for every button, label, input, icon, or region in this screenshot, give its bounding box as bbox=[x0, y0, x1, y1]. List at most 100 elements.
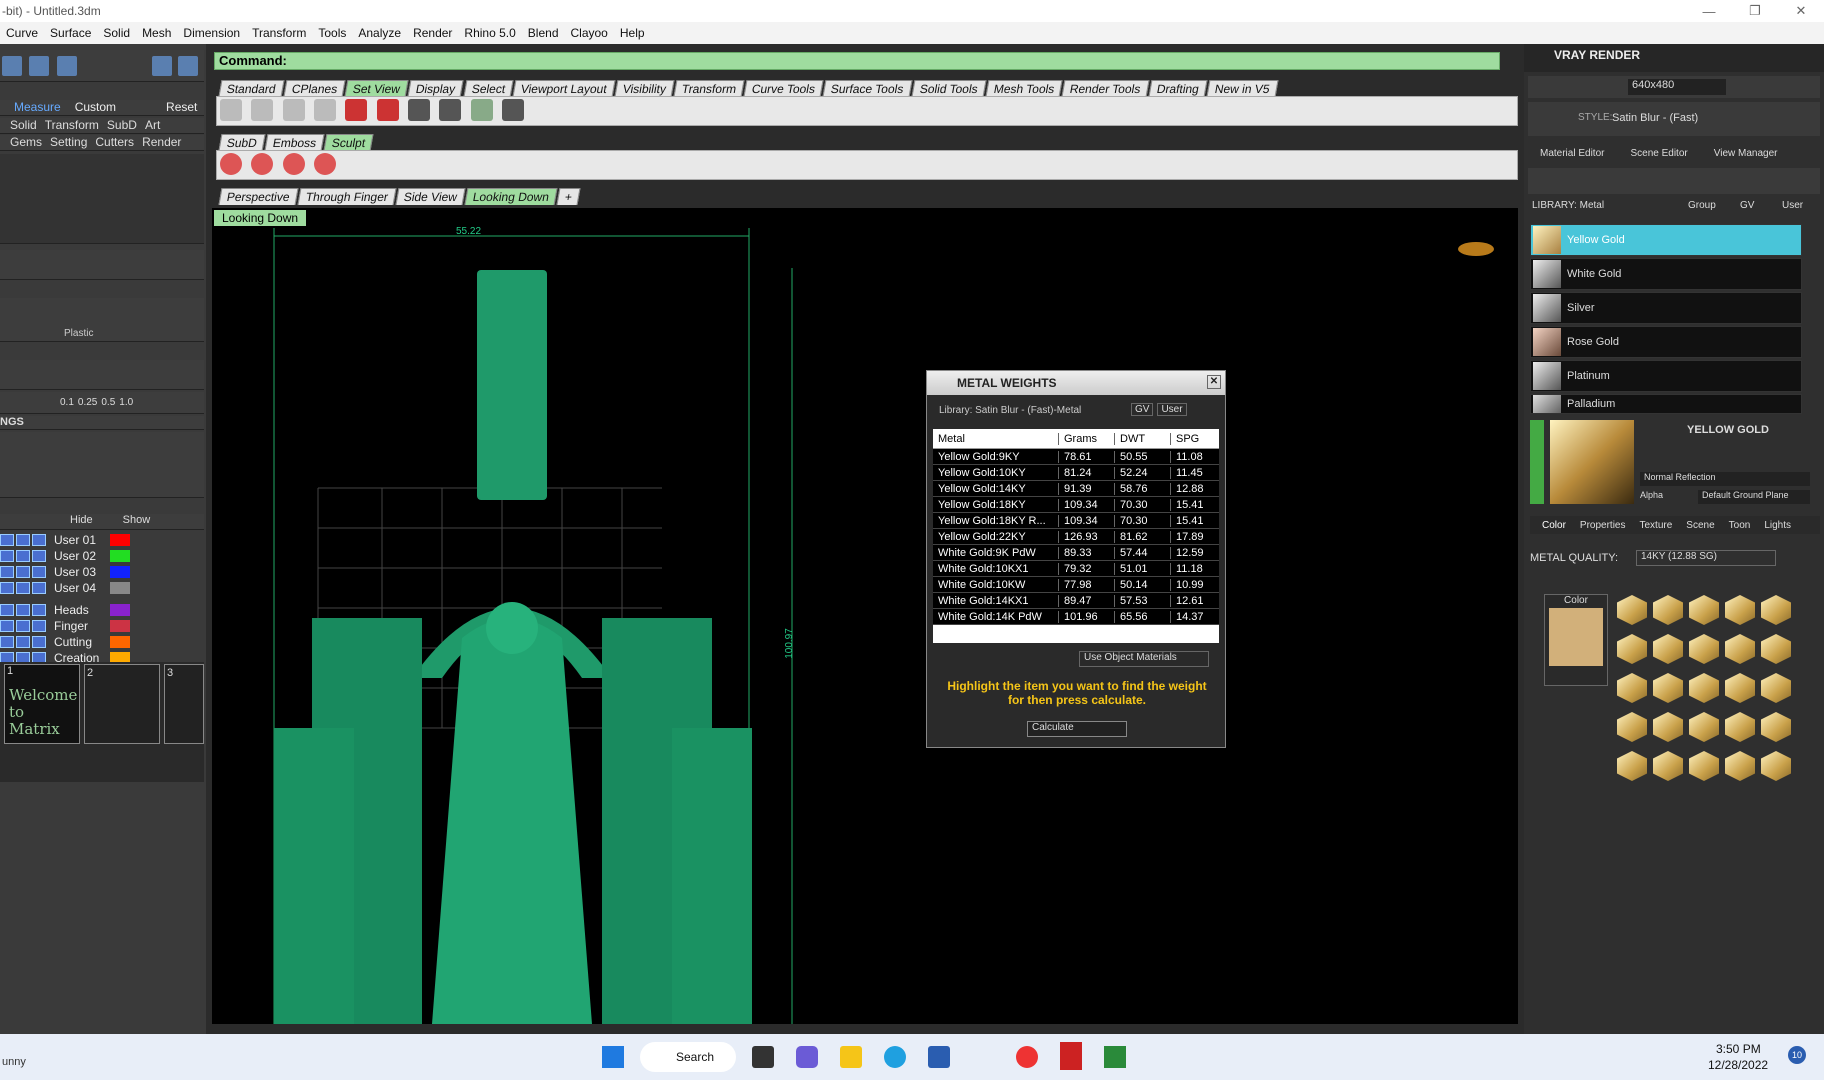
cat-subd[interactable]: SubD bbox=[107, 118, 137, 133]
quality-dropdown[interactable]: 14KY (12.88 SG) bbox=[1636, 550, 1776, 566]
menu-analyze[interactable]: Analyze bbox=[352, 26, 407, 40]
tab-perspective[interactable]: Perspective bbox=[218, 188, 299, 205]
tab-lights[interactable]: Lights bbox=[1764, 520, 1791, 531]
gold-swatch[interactable] bbox=[1725, 673, 1755, 703]
cat-render[interactable]: Render bbox=[142, 135, 181, 150]
gv-button[interactable]: GV bbox=[1131, 403, 1154, 416]
slot-2[interactable]: 2 bbox=[84, 664, 160, 744]
tab-looking-down[interactable]: Looking Down bbox=[464, 188, 558, 205]
notification-badge[interactable]: 10 bbox=[1788, 1046, 1806, 1064]
tool-icon[interactable] bbox=[56, 56, 77, 76]
gold-swatch[interactable] bbox=[1617, 673, 1647, 703]
table-row[interactable]: Yellow Gold:10KY 81.24 52.24 11.45 bbox=[933, 465, 1219, 481]
tab-properties[interactable]: Properties bbox=[1580, 520, 1626, 531]
tab-scene-editor[interactable]: Scene Editor bbox=[1630, 148, 1687, 164]
gold-swatch[interactable] bbox=[1725, 595, 1755, 625]
material-label[interactable]: Plastic bbox=[64, 328, 93, 339]
table-row[interactable]: Yellow Gold:9KY 78.61 50.55 11.08 bbox=[933, 449, 1219, 465]
reset-tab[interactable]: Reset bbox=[166, 100, 197, 115]
tab-emboss[interactable]: Emboss bbox=[264, 134, 325, 151]
resolution-dropdown[interactable]: 640x480 bbox=[1628, 79, 1726, 95]
tab-mesh-tools[interactable]: Mesh Tools bbox=[985, 80, 1063, 97]
layer-row[interactable]: User 03 bbox=[0, 564, 200, 580]
gold-swatch[interactable] bbox=[1689, 712, 1719, 742]
tab-view-manager[interactable]: View Manager bbox=[1714, 148, 1778, 164]
menu-transform[interactable]: Transform bbox=[246, 26, 312, 40]
arrow-left-icon[interactable] bbox=[152, 56, 172, 76]
menu-render[interactable]: Render bbox=[407, 26, 458, 40]
library-item[interactable]: Palladium bbox=[1530, 394, 1802, 414]
menu-dimension[interactable]: Dimension bbox=[177, 26, 246, 40]
tab-display[interactable]: Display bbox=[407, 80, 465, 97]
menu-help[interactable]: Help bbox=[614, 26, 651, 40]
table-row[interactable]: White Gold:9K PdW 89.33 57.44 12.59 bbox=[933, 545, 1219, 561]
table-row[interactable]: Yellow Gold:18KY 109.34 70.30 15.41 bbox=[933, 497, 1219, 513]
tab-subd[interactable]: SubD bbox=[218, 134, 266, 151]
library-item[interactable]: Yellow Gold bbox=[1530, 224, 1802, 256]
table-row[interactable]: White Gold:10KX1 79.32 51.01 11.18 bbox=[933, 561, 1219, 577]
sculpt-brush-icon[interactable] bbox=[314, 153, 337, 175]
store-icon[interactable] bbox=[928, 1046, 950, 1068]
layer-row[interactable]: User 04 bbox=[0, 580, 200, 596]
hide-button[interactable]: Hide bbox=[70, 514, 93, 529]
calculate-button[interactable]: Calculate bbox=[1027, 721, 1127, 737]
sculpt-brush-icon[interactable] bbox=[282, 153, 305, 175]
search-box[interactable]: Search bbox=[640, 1042, 736, 1072]
step-2[interactable]: 0.25 bbox=[78, 397, 97, 408]
tab-texture[interactable]: Texture bbox=[1639, 520, 1672, 531]
tab-new-in-v5[interactable]: New in V5 bbox=[1206, 80, 1278, 97]
tab-curve-tools[interactable]: Curve Tools bbox=[743, 80, 824, 97]
gold-swatch[interactable] bbox=[1761, 595, 1791, 625]
command-bar[interactable]: Command: bbox=[214, 52, 1500, 70]
table-row[interactable]: Yellow Gold:18KY R... 109.34 70.30 15.41 bbox=[933, 513, 1219, 529]
cat-setting[interactable]: Setting bbox=[50, 135, 87, 150]
cat-transform[interactable]: Transform bbox=[45, 118, 99, 133]
edge-icon[interactable] bbox=[884, 1046, 906, 1068]
gold-swatch[interactable] bbox=[1761, 751, 1791, 781]
close-icon[interactable]: ✕ bbox=[1778, 0, 1824, 22]
tab-surface-tools[interactable]: Surface Tools bbox=[822, 80, 913, 97]
sculpt-brush-icon[interactable] bbox=[220, 153, 242, 175]
tab-side-view[interactable]: Side View bbox=[395, 188, 466, 205]
zoom-icon[interactable] bbox=[282, 99, 305, 121]
close-icon[interactable]: ✕ bbox=[1207, 375, 1221, 389]
tab-scene[interactable]: Scene bbox=[1686, 520, 1714, 531]
cat-art[interactable]: Art bbox=[145, 118, 160, 133]
layer-row[interactable]: User 02 bbox=[0, 548, 200, 564]
layer-row[interactable]: User 01 bbox=[0, 532, 200, 548]
minimize-icon[interactable]: — bbox=[1686, 0, 1732, 22]
gold-swatch[interactable] bbox=[1617, 712, 1647, 742]
add-tab-icon[interactable]: + bbox=[556, 188, 581, 205]
gold-swatch[interactable] bbox=[1689, 751, 1719, 781]
tab-through-finger[interactable]: Through Finger bbox=[297, 188, 397, 205]
gold-swatch[interactable] bbox=[1653, 595, 1683, 625]
printer-icon[interactable] bbox=[439, 99, 462, 121]
tab-color[interactable]: Color bbox=[1542, 520, 1566, 531]
library-item[interactable]: Rose Gold bbox=[1530, 326, 1802, 358]
camera-icon[interactable] bbox=[408, 99, 431, 121]
user-button[interactable]: User bbox=[1157, 403, 1187, 416]
start-icon[interactable] bbox=[602, 1046, 624, 1068]
menu-mesh[interactable]: Mesh bbox=[136, 26, 177, 40]
library-item[interactable]: Platinum bbox=[1530, 360, 1802, 392]
car-icon[interactable] bbox=[376, 99, 399, 121]
gold-swatch[interactable] bbox=[1653, 634, 1683, 664]
explorer-icon[interactable] bbox=[840, 1046, 862, 1068]
viewport-label[interactable]: Looking Down bbox=[214, 210, 307, 226]
gold-swatch[interactable] bbox=[1725, 751, 1755, 781]
tab-drafting[interactable]: Drafting bbox=[1148, 80, 1208, 97]
tab-sculpt[interactable]: Sculpt bbox=[323, 134, 375, 151]
gold-swatch[interactable] bbox=[1653, 673, 1683, 703]
ezcad-icon[interactable] bbox=[1060, 1042, 1082, 1070]
gold-swatch[interactable] bbox=[1689, 595, 1719, 625]
table-row[interactable]: White Gold:10KW 77.98 50.14 10.99 bbox=[933, 577, 1219, 593]
gold-swatch[interactable] bbox=[1617, 595, 1647, 625]
gold-swatch[interactable] bbox=[1725, 712, 1755, 742]
style-dropdown[interactable]: Satin Blur - (Fast) bbox=[1612, 112, 1698, 124]
slot-3[interactable]: 3 bbox=[164, 664, 204, 744]
library-item[interactable]: White Gold bbox=[1530, 258, 1802, 290]
task-view-icon[interactable] bbox=[752, 1046, 774, 1068]
table-row[interactable]: Yellow Gold:22KY 126.93 81.62 17.89 bbox=[933, 529, 1219, 545]
reflection-dropdown[interactable]: Normal Reflection bbox=[1640, 472, 1810, 486]
table-row[interactable]: White Gold:14KX1 89.47 57.53 12.61 bbox=[933, 593, 1219, 609]
